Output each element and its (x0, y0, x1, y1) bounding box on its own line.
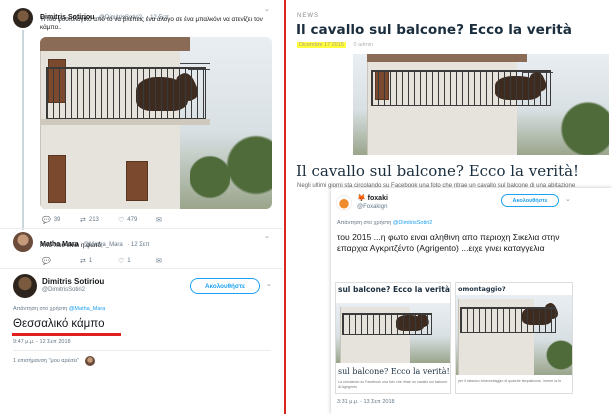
article-subheadline: Il cavallo sul balcone? Ecco la verità! (296, 162, 580, 180)
avatar[interactable] (13, 8, 33, 28)
reply-icon: 💬 (42, 217, 51, 224)
section-label[interactable]: NEWS (297, 13, 319, 19)
reply-context: Απάντηση στο χρήστη @DimitrisSotiri2 (337, 220, 432, 226)
screenshot-caption: La circolando su Facebook una foto che r… (338, 380, 448, 389)
chevron-down-icon[interactable]: ⌄ (264, 5, 270, 13)
fox-avatar[interactable] (336, 195, 352, 211)
retweet-icon: ⇄ (80, 258, 86, 265)
article-byline: Dicembre 17 2015 0 admin (297, 42, 373, 48)
tweet-actions: 💬 39 ⇄ 213 ♡ 479 ✉ (42, 216, 162, 224)
tweet-time[interactable]: · 12 Σεπ (127, 242, 150, 248)
author-handle[interactable]: @Foxakign (357, 204, 387, 210)
tweet-text: Από πού είναι η φωτό; (40, 242, 103, 249)
reply-button[interactable]: 💬 (42, 257, 80, 265)
author-name[interactable]: foxaki (368, 195, 388, 202)
screenshot-title: sul balcone? Ecco la verità (338, 285, 450, 294)
heart-icon: ♡ (118, 217, 125, 224)
screenshot-subtitle: sul balcone? Ecco la verità! (338, 367, 450, 376)
retweet-button[interactable]: ⇄ 1 (80, 257, 118, 265)
reply-prefix: Απάντηση στο χρήστη (337, 220, 392, 226)
embedded-tweet-card: 🦊 foxaki @Foxakign Ακολουθήστε ⌄ Απάντησ… (331, 188, 612, 414)
chevron-down-icon[interactable]: ⌄ (565, 195, 571, 203)
author-handle[interactable]: @DimitrisSotiri2 (42, 287, 85, 293)
like-count: 1 (127, 258, 131, 264)
like-button[interactable]: ♡ 479 (118, 216, 156, 224)
likes-count-text[interactable]: 1 επισήμανση "μου αρέσει" (13, 358, 79, 364)
red-underline (12, 333, 121, 336)
attached-screenshot-2[interactable]: omontaggio? per il classico fotomontaggi… (455, 282, 573, 394)
envelope-icon: ✉ (156, 217, 162, 224)
follow-button[interactable]: Ακολουθήστε (190, 278, 260, 294)
divider (0, 268, 283, 269)
heart-icon: ♡ (118, 258, 125, 265)
news-article-pane: NEWS Il cavallo sul balcone? Ecco la ver… (287, 0, 612, 414)
reply-to-link[interactable]: @DimitrisSotiri2 (393, 220, 433, 226)
tweet-timestamp[interactable]: 9:47 μ.μ. - 12 Σεπ 2018 (13, 339, 71, 345)
dm-button[interactable]: ✉ (156, 216, 162, 224)
reply-button[interactable]: 💬 39 (42, 216, 80, 224)
retweet-count: 1 (88, 258, 93, 264)
author-name[interactable]: Dimitris Sotiriou (42, 277, 104, 286)
divider (13, 350, 271, 351)
retweet-icon: ⇄ (80, 217, 86, 224)
comment-count: 0 admin (353, 42, 374, 48)
tweet-text: Θεσσαλικό κάμπο (13, 318, 105, 330)
avatar[interactable] (13, 274, 37, 298)
article-date: Dicembre 17 2015 (297, 42, 346, 48)
liker-avatar[interactable] (85, 356, 96, 366)
likes-line: 1 επισήμανση "μου αρέσει" (13, 356, 96, 366)
tweet-actions: 💬 ⇄ 1 ♡ 1 ✉ (42, 257, 162, 265)
article-headline[interactable]: Il cavallo sul balcone? Ecco la verità (296, 22, 572, 38)
tweet-text: του 2015 ...η φωτο ειναι αληθινη απο περ… (337, 232, 560, 253)
article-photo[interactable] (353, 54, 609, 155)
like-count: 479 (127, 217, 138, 223)
attached-screenshot-1[interactable]: sul balcone? Ecco la verità sul balcone?… (335, 282, 451, 394)
tweet-timestamp[interactable]: 3:31 μ.μ. - 13 Σεπ 2018 (337, 399, 395, 405)
reply-prefix: Απάντηση στο χρήστη (13, 306, 68, 312)
retweet-count: 213 (88, 217, 99, 223)
dm-button[interactable]: ✉ (156, 257, 162, 265)
chevron-down-icon[interactable]: ⌄ (264, 232, 270, 240)
like-button[interactable]: ♡ 1 (118, 257, 156, 265)
tweet-photo[interactable] (40, 37, 272, 209)
fox-icon: 🦊 (357, 195, 366, 202)
envelope-icon: ✉ (156, 258, 162, 265)
reply-context: Απάντηση στο χρήστη @Matha_Mara (13, 306, 105, 312)
avatar[interactable] (13, 232, 33, 252)
thread-connector (22, 30, 24, 230)
reply-icon: 💬 (42, 258, 51, 265)
divider (0, 228, 283, 229)
red-separator (284, 0, 286, 414)
reply-to-link[interactable]: @Matha_Mara (69, 306, 105, 312)
screenshot-side-title: omontaggio? (458, 285, 506, 293)
tweet-text: Τι πιο φυσιολογικό από το να βλέπεις ένα… (40, 16, 263, 31)
follow-button[interactable]: Ακολουθήστε (501, 194, 559, 207)
retweet-button[interactable]: ⇄ 213 (80, 216, 118, 224)
screenshot-side-caption: per il classico fotomontaggio di qualche… (458, 379, 562, 383)
twitter-thread-pane: Dimitris Sotiriou @DimitrisSotiri2 · 12 … (0, 0, 283, 414)
chevron-down-icon[interactable]: ⌄ (266, 280, 272, 288)
reply-count: 39 (53, 217, 61, 223)
